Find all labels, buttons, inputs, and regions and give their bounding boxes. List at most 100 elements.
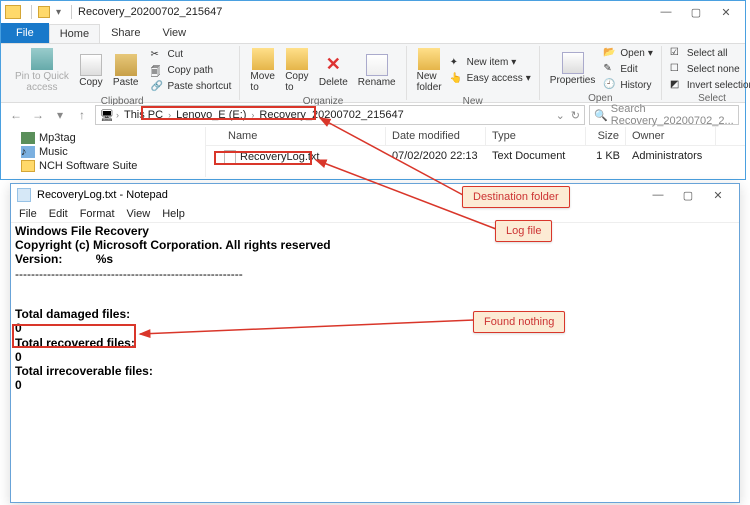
music-icon: ♪ <box>21 146 35 158</box>
explorer-titlebar: ▾ Recovery_20200702_215647 — ▢ ✕ <box>1 1 745 23</box>
callout-found-nothing: Found nothing <box>473 311 565 333</box>
folder-icon <box>5 5 21 19</box>
ribbon-group-new: New folder ✦New item ▾ 👆Easy access ▾ Ne… <box>407 46 540 100</box>
folder-icon <box>21 160 35 172</box>
copy-button[interactable]: Copy <box>75 52 107 90</box>
properties-button[interactable]: Properties <box>546 50 600 88</box>
new-item-button[interactable]: ✦New item ▾ <box>448 56 533 70</box>
ribbon-group-organize: Move to Copy to ✕Delete Rename Organize <box>240 46 406 100</box>
notepad-titlebar: RecoveryLog.txt - Notepad — ▢ ✕ <box>11 184 739 206</box>
chevron-down-icon[interactable]: ▾ <box>56 7 61 18</box>
rename-icon <box>366 54 388 76</box>
copy-path-icon: 🗐 <box>151 65 165 77</box>
ribbon-group-select: ☑Select all ☐Select none ◩Invert selecti… <box>662 46 750 100</box>
dropdown-icon[interactable]: ⌄ <box>556 109 565 122</box>
copy-to-icon <box>286 48 308 70</box>
invert-selection-button[interactable]: ◩Invert selection <box>668 78 750 92</box>
select-all-button[interactable]: ☑Select all <box>668 46 750 60</box>
callout-destination-folder: Destination folder <box>462 186 570 208</box>
forward-button[interactable]: → <box>29 106 47 124</box>
window-title: Recovery_20200702_215647 <box>78 6 222 18</box>
move-to-button[interactable]: Move to <box>246 46 278 95</box>
tree-item-nch[interactable]: NCH Software Suite <box>21 159 205 173</box>
search-input[interactable]: 🔍 Search Recovery_20200702_2... <box>589 105 739 125</box>
nav-tree: Mp3tag ♪Music NCH Software Suite <box>1 127 206 177</box>
folder-icon <box>38 6 50 18</box>
menu-file[interactable]: File <box>19 208 37 220</box>
copy-to-button[interactable]: Copy to <box>281 46 313 95</box>
menu-view[interactable]: View <box>127 208 151 220</box>
notepad-title: RecoveryLog.txt - Notepad <box>37 189 168 201</box>
paste-button[interactable]: Paste <box>109 52 143 90</box>
copy-path-button[interactable]: 🗐Copy path <box>149 64 234 78</box>
minimize-button[interactable]: — <box>651 3 681 21</box>
ribbon-group-open: Properties 📂Open ▾ ✎Edit 🕘History Open <box>540 46 662 100</box>
file-owner: Administrators <box>626 148 716 166</box>
select-all-icon: ☑ <box>670 47 684 59</box>
header-size[interactable]: Size <box>586 127 626 145</box>
new-item-icon: ✦ <box>450 57 464 69</box>
back-button[interactable]: ← <box>7 106 25 124</box>
maximize-button[interactable]: ▢ <box>673 186 703 204</box>
cut-icon: ✂ <box>151 49 165 61</box>
tab-file[interactable]: File <box>1 23 49 43</box>
header-name[interactable]: Name <box>206 127 386 145</box>
header-date[interactable]: Date modified <box>386 127 486 145</box>
paste-shortcut-icon: 🔗 <box>151 81 165 93</box>
history-button[interactable]: 🕘History <box>601 78 655 92</box>
paste-shortcut-button[interactable]: 🔗Paste shortcut <box>149 80 234 94</box>
close-button[interactable]: ✕ <box>711 3 741 21</box>
edit-button[interactable]: ✎Edit <box>601 62 655 76</box>
search-placeholder: Search Recovery_20200702_2... <box>611 103 734 127</box>
app-icon <box>21 132 35 144</box>
menu-format[interactable]: Format <box>80 208 115 220</box>
pc-icon: 🖥 <box>100 109 114 122</box>
ribbon-group-clipboard: Pin to Quick access Copy Paste ✂Cut 🗐Cop… <box>5 46 240 100</box>
list-item[interactable]: RecoveryLog.txt 07/02/2020 22:13 Text Do… <box>206 146 745 168</box>
file-list: Name Date modified Type Size Owner Recov… <box>206 127 745 177</box>
tree-item-music[interactable]: ♪Music <box>21 145 205 159</box>
easy-access-button[interactable]: 👆Easy access ▾ <box>448 72 533 86</box>
file-size: 1 KB <box>586 148 626 166</box>
breadcrumb[interactable]: 🖥 › This PC › Lenovo_E (E:) › Recovery_2… <box>95 105 585 125</box>
tab-home[interactable]: Home <box>49 24 100 43</box>
maximize-button[interactable]: ▢ <box>681 3 711 21</box>
notepad-text-area[interactable]: Windows File Recovery Copyright (c) Micr… <box>11 223 739 395</box>
tab-share[interactable]: Share <box>100 23 151 43</box>
minimize-button[interactable]: — <box>643 186 673 204</box>
open-button[interactable]: 📂Open ▾ <box>601 46 655 60</box>
callout-log-file: Log file <box>495 220 552 242</box>
new-folder-button[interactable]: New folder <box>413 46 446 95</box>
close-button[interactable]: ✕ <box>703 186 733 204</box>
breadcrumb-thispc[interactable]: This PC <box>121 109 166 121</box>
header-owner[interactable]: Owner <box>626 127 716 145</box>
properties-icon <box>562 52 584 74</box>
pin-icon <box>31 48 53 70</box>
rename-button[interactable]: Rename <box>354 52 400 90</box>
easy-access-icon: 👆 <box>450 73 464 85</box>
delete-button[interactable]: ✕Delete <box>315 52 352 90</box>
refresh-icon[interactable]: ↻ <box>565 109 580 122</box>
tree-item-mp3tag[interactable]: Mp3tag <box>21 131 205 145</box>
edit-icon: ✎ <box>603 63 617 75</box>
file-explorer-window: ▾ Recovery_20200702_215647 — ▢ ✕ File Ho… <box>0 0 746 180</box>
select-none-button[interactable]: ☐Select none <box>668 62 750 76</box>
notepad-icon <box>17 188 31 202</box>
menu-help[interactable]: Help <box>162 208 185 220</box>
up-button[interactable]: ↑ <box>73 106 91 124</box>
move-to-icon <box>252 48 274 70</box>
breadcrumb-folder[interactable]: Recovery_20200702_215647 <box>256 109 406 121</box>
header-type[interactable]: Type <box>486 127 586 145</box>
ribbon-tabs: File Home Share View <box>1 23 745 43</box>
file-name: RecoveryLog.txt <box>240 151 319 163</box>
file-type: Text Document <box>486 148 586 166</box>
ribbon: Pin to Quick access Copy Paste ✂Cut 🗐Cop… <box>1 43 745 103</box>
invert-selection-icon: ◩ <box>670 79 684 91</box>
pin-to-quick-access-button[interactable]: Pin to Quick access <box>11 46 73 95</box>
cut-button[interactable]: ✂Cut <box>149 48 234 62</box>
breadcrumb-drive[interactable]: Lenovo_E (E:) <box>173 109 249 121</box>
new-folder-icon <box>418 48 440 70</box>
menu-edit[interactable]: Edit <box>49 208 68 220</box>
recent-button[interactable]: ▾ <box>51 106 69 124</box>
tab-view[interactable]: View <box>151 23 197 43</box>
